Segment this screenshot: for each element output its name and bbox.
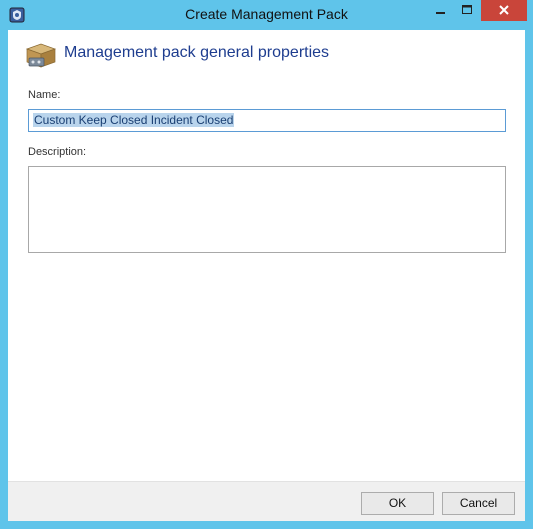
minimize-icon	[436, 12, 445, 14]
close-button[interactable]	[481, 0, 527, 21]
description-field[interactable]	[28, 166, 506, 253]
dialog-body: Management pack general properties Name:…	[8, 30, 525, 521]
name-label: Name:	[28, 89, 61, 101]
maximize-icon	[462, 5, 472, 14]
name-field-value: Custom Keep Closed Incident Closed	[33, 113, 235, 127]
title-bar[interactable]: Create Management Pack	[0, 0, 533, 30]
package-icon	[25, 43, 57, 68]
close-icon	[499, 5, 509, 15]
minimize-button[interactable]	[427, 0, 454, 21]
cancel-button[interactable]: Cancel	[442, 492, 515, 515]
page-title: Management pack general properties	[64, 44, 330, 61]
button-bar: OK Cancel	[8, 481, 525, 521]
name-field[interactable]: Custom Keep Closed Incident Closed	[28, 109, 506, 132]
maximize-button[interactable]	[454, 0, 481, 21]
description-label: Description:	[28, 146, 87, 158]
ok-button[interactable]: OK	[361, 492, 434, 515]
dialog-window: Create Management Pack Management pack g…	[0, 0, 533, 529]
